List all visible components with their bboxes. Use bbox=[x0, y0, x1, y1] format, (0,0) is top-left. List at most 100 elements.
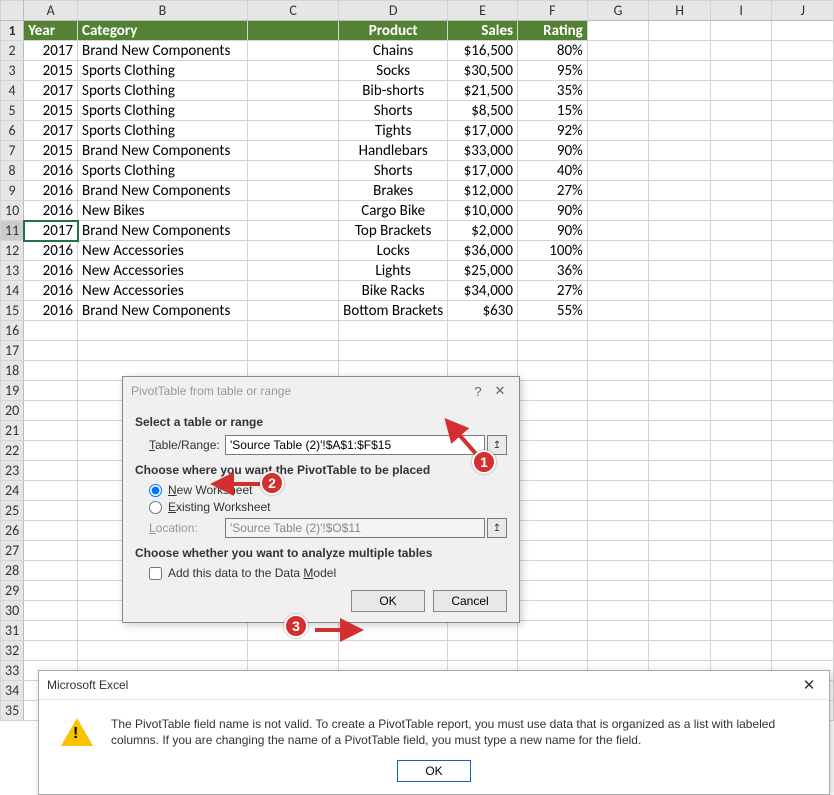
cell[interactable] bbox=[587, 421, 649, 441]
cell[interactable] bbox=[649, 501, 711, 521]
cell[interactable] bbox=[649, 521, 711, 541]
column-header-G[interactable]: G bbox=[587, 1, 649, 21]
row-header-5[interactable]: 5 bbox=[1, 101, 24, 121]
cell[interactable] bbox=[518, 421, 588, 441]
cell[interactable] bbox=[710, 201, 772, 221]
cell[interactable]: $25,000 bbox=[448, 261, 518, 281]
cell[interactable] bbox=[518, 581, 588, 601]
existing-worksheet-radio[interactable] bbox=[149, 501, 162, 514]
cell[interactable]: 95% bbox=[518, 61, 588, 81]
cell[interactable]: Sports Clothing bbox=[78, 61, 248, 81]
cancel-button[interactable]: Cancel bbox=[433, 590, 507, 612]
column-header-I[interactable]: I bbox=[710, 1, 772, 21]
cell[interactable]: $8,500 bbox=[448, 101, 518, 121]
cell[interactable] bbox=[518, 641, 588, 661]
cell[interactable] bbox=[587, 401, 649, 421]
cell[interactable] bbox=[587, 281, 649, 301]
cell[interactable]: $36,000 bbox=[448, 241, 518, 261]
cell[interactable]: Bib-shorts bbox=[339, 81, 448, 101]
error-ok-button[interactable]: OK bbox=[397, 760, 471, 782]
cell[interactable] bbox=[587, 241, 649, 261]
header-cell[interactable]: Category bbox=[78, 21, 248, 41]
cell[interactable]: $17,000 bbox=[448, 121, 518, 141]
cell[interactable] bbox=[247, 341, 338, 361]
cell[interactable] bbox=[518, 361, 588, 381]
cell[interactable]: $34,000 bbox=[448, 281, 518, 301]
table-range-input[interactable] bbox=[225, 435, 485, 455]
cell[interactable] bbox=[772, 181, 834, 201]
row-header-13[interactable]: 13 bbox=[1, 261, 24, 281]
cell[interactable]: Chains bbox=[339, 41, 448, 61]
row-header-32[interactable]: 32 bbox=[1, 641, 24, 661]
row-header-2[interactable]: 2 bbox=[1, 41, 24, 61]
cell[interactable] bbox=[649, 21, 711, 41]
cell[interactable]: 2017 bbox=[24, 41, 78, 61]
cell[interactable] bbox=[448, 321, 518, 341]
cell[interactable]: Cargo Bike bbox=[339, 201, 448, 221]
cell[interactable] bbox=[247, 61, 338, 81]
row-header-29[interactable]: 29 bbox=[1, 581, 24, 601]
cell[interactable]: New Accessories bbox=[78, 281, 248, 301]
cell[interactable] bbox=[649, 581, 711, 601]
cell[interactable] bbox=[78, 641, 248, 661]
help-icon[interactable]: ? bbox=[467, 384, 489, 399]
cell[interactable]: 27% bbox=[518, 281, 588, 301]
row-header-31[interactable]: 31 bbox=[1, 621, 24, 641]
header-cell[interactable]: Sales bbox=[448, 21, 518, 41]
row-header-17[interactable]: 17 bbox=[1, 341, 24, 361]
dialog-titlebar[interactable]: PivotTable from table or range ? ✕ bbox=[123, 377, 519, 405]
cell[interactable] bbox=[24, 401, 78, 421]
cell[interactable] bbox=[24, 461, 78, 481]
cell[interactable] bbox=[518, 461, 588, 481]
cell[interactable] bbox=[24, 601, 78, 621]
cell[interactable] bbox=[247, 641, 338, 661]
cell[interactable] bbox=[448, 621, 518, 641]
cell[interactable]: 2017 bbox=[24, 81, 78, 101]
cell[interactable]: 2016 bbox=[24, 261, 78, 281]
cell[interactable] bbox=[710, 161, 772, 181]
cell[interactable] bbox=[772, 241, 834, 261]
row-header-18[interactable]: 18 bbox=[1, 361, 24, 381]
cell[interactable] bbox=[710, 601, 772, 621]
cell[interactable] bbox=[772, 101, 834, 121]
cell[interactable] bbox=[772, 161, 834, 181]
cell[interactable] bbox=[587, 361, 649, 381]
cell[interactable] bbox=[710, 61, 772, 81]
row-header-20[interactable]: 20 bbox=[1, 401, 24, 421]
cell[interactable]: 90% bbox=[518, 141, 588, 161]
cell[interactable]: 2015 bbox=[24, 61, 78, 81]
cell[interactable] bbox=[649, 241, 711, 261]
cell[interactable] bbox=[649, 221, 711, 241]
cell[interactable] bbox=[24, 481, 78, 501]
cell[interactable] bbox=[518, 501, 588, 521]
cell[interactable]: Lights bbox=[339, 261, 448, 281]
cell[interactable] bbox=[587, 21, 649, 41]
cell[interactable] bbox=[247, 181, 338, 201]
cell[interactable]: 2016 bbox=[24, 161, 78, 181]
cell[interactable]: 2016 bbox=[24, 241, 78, 261]
cell[interactable] bbox=[710, 241, 772, 261]
row-header-24[interactable]: 24 bbox=[1, 481, 24, 501]
cell[interactable] bbox=[587, 61, 649, 81]
cell[interactable] bbox=[587, 221, 649, 241]
column-header-J[interactable]: J bbox=[772, 1, 834, 21]
cell[interactable] bbox=[649, 381, 711, 401]
column-header-D[interactable]: D bbox=[339, 1, 448, 21]
data-model-checkbox[interactable] bbox=[149, 567, 162, 580]
cell[interactable] bbox=[649, 181, 711, 201]
cell[interactable] bbox=[710, 561, 772, 581]
cell[interactable] bbox=[772, 461, 834, 481]
cell[interactable] bbox=[24, 581, 78, 601]
cell[interactable]: Sports Clothing bbox=[78, 101, 248, 121]
cell[interactable] bbox=[649, 481, 711, 501]
cell[interactable] bbox=[710, 521, 772, 541]
cell[interactable] bbox=[78, 321, 248, 341]
cell[interactable] bbox=[587, 161, 649, 181]
cell[interactable] bbox=[710, 381, 772, 401]
cell[interactable]: Tights bbox=[339, 121, 448, 141]
cell[interactable]: 2017 bbox=[24, 221, 78, 241]
cell[interactable] bbox=[772, 361, 834, 381]
cell[interactable] bbox=[649, 621, 711, 641]
cell[interactable]: Brakes bbox=[339, 181, 448, 201]
cell[interactable] bbox=[649, 261, 711, 281]
